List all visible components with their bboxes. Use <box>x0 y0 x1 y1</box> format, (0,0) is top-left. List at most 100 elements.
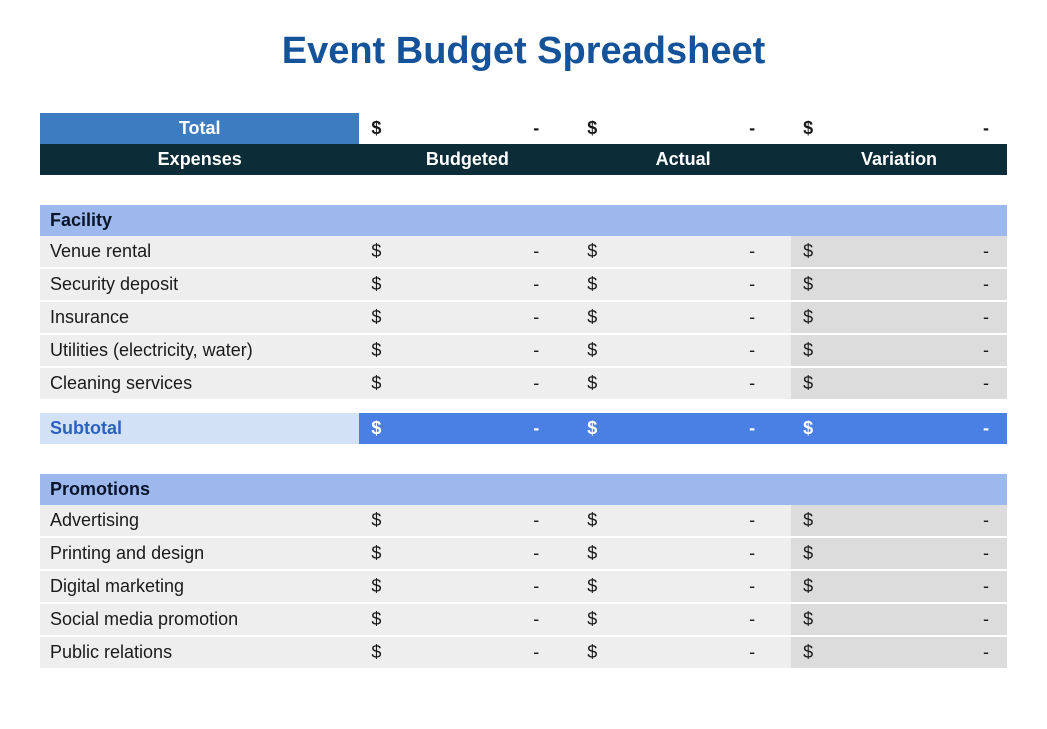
money-cell: $- <box>359 571 575 604</box>
table-row: Printing and design$-$-$- <box>40 538 1007 571</box>
item-label: Digital marketing <box>40 571 359 604</box>
amount: - <box>979 576 989 597</box>
money-cell: $- <box>791 335 1007 368</box>
amount: - <box>529 543 539 564</box>
currency-symbol: $ <box>587 307 597 328</box>
amount: - <box>745 418 755 439</box>
money-cell: $- <box>575 505 791 538</box>
money-cell: $- <box>359 505 575 538</box>
budget-table: Total$-$-$-ExpensesBudgetedActualVariati… <box>40 113 1007 670</box>
currency-symbol: $ <box>371 340 381 361</box>
section-header: Promotions <box>40 474 1007 505</box>
total-label: Total <box>40 113 359 144</box>
amount: - <box>979 274 989 295</box>
money-cell: $- <box>791 302 1007 335</box>
money-cell: $- <box>575 113 791 144</box>
money-cell: $- <box>575 538 791 571</box>
money-cell: $- <box>791 236 1007 269</box>
currency-symbol: $ <box>587 543 597 564</box>
currency-symbol: $ <box>371 118 381 139</box>
money-cell: $- <box>359 368 575 401</box>
money-cell: $- <box>575 604 791 637</box>
amount: - <box>979 373 989 394</box>
amount: - <box>745 241 755 262</box>
amount: - <box>529 307 539 328</box>
money-cell: $- <box>575 269 791 302</box>
money-cell: $- <box>359 335 575 368</box>
header-budgeted: Budgeted <box>359 144 575 175</box>
currency-symbol: $ <box>803 274 813 295</box>
amount: - <box>529 609 539 630</box>
amount: - <box>979 543 989 564</box>
currency-symbol: $ <box>371 307 381 328</box>
currency-symbol: $ <box>371 642 381 663</box>
money-cell: $- <box>359 269 575 302</box>
table-row: Advertising$-$-$- <box>40 505 1007 538</box>
money-cell: $- <box>791 505 1007 538</box>
money-cell: $- <box>791 538 1007 571</box>
table-row: Insurance$-$-$- <box>40 302 1007 335</box>
amount: - <box>979 340 989 361</box>
amount: - <box>529 118 539 139</box>
amount: - <box>745 609 755 630</box>
amount: - <box>529 274 539 295</box>
amount: - <box>979 118 989 139</box>
spacer <box>40 444 1007 474</box>
amount: - <box>529 576 539 597</box>
currency-symbol: $ <box>371 576 381 597</box>
money-cell: $- <box>791 637 1007 670</box>
table-row: Security deposit$-$-$- <box>40 269 1007 302</box>
item-label: Advertising <box>40 505 359 538</box>
header-expenses: Expenses <box>40 144 359 175</box>
money-cell: $- <box>575 571 791 604</box>
money-cell: $- <box>791 269 1007 302</box>
currency-symbol: $ <box>803 609 813 630</box>
table-row: Cleaning services$-$-$- <box>40 368 1007 401</box>
table-row: Venue rental$-$-$- <box>40 236 1007 269</box>
currency-symbol: $ <box>371 418 381 439</box>
currency-symbol: $ <box>587 609 597 630</box>
currency-symbol: $ <box>803 307 813 328</box>
amount: - <box>529 241 539 262</box>
header-row: ExpensesBudgetedActualVariation <box>40 144 1007 175</box>
subtotal-label: Subtotal <box>40 413 359 444</box>
table-row: Public relations$-$-$- <box>40 637 1007 670</box>
currency-symbol: $ <box>587 510 597 531</box>
item-label: Public relations <box>40 637 359 670</box>
money-cell: $- <box>359 302 575 335</box>
item-label: Utilities (electricity, water) <box>40 335 359 368</box>
currency-symbol: $ <box>587 373 597 394</box>
currency-symbol: $ <box>371 543 381 564</box>
currency-symbol: $ <box>371 510 381 531</box>
subtotal-row: Subtotal$-$-$- <box>40 413 1007 444</box>
item-label: Cleaning services <box>40 368 359 401</box>
amount: - <box>745 118 755 139</box>
money-cell: $- <box>575 637 791 670</box>
money-cell: $- <box>791 571 1007 604</box>
currency-symbol: $ <box>803 241 813 262</box>
currency-symbol: $ <box>803 543 813 564</box>
currency-symbol: $ <box>803 642 813 663</box>
currency-symbol: $ <box>587 576 597 597</box>
money-cell: $- <box>575 368 791 401</box>
money-cell: $- <box>575 413 791 444</box>
amount: - <box>979 307 989 328</box>
amount: - <box>979 241 989 262</box>
header-variation: Variation <box>791 144 1007 175</box>
spacer <box>40 175 1007 205</box>
currency-symbol: $ <box>371 609 381 630</box>
currency-symbol: $ <box>803 340 813 361</box>
money-cell: $- <box>575 236 791 269</box>
table-row: Utilities (electricity, water)$-$-$- <box>40 335 1007 368</box>
money-cell: $- <box>791 604 1007 637</box>
money-cell: $- <box>791 413 1007 444</box>
section-name: Promotions <box>40 474 1007 505</box>
table-row: Social media promotion$-$-$- <box>40 604 1007 637</box>
item-label: Security deposit <box>40 269 359 302</box>
header-actual: Actual <box>575 144 791 175</box>
item-label: Printing and design <box>40 538 359 571</box>
amount: - <box>979 609 989 630</box>
money-cell: $- <box>791 368 1007 401</box>
amount: - <box>529 340 539 361</box>
currency-symbol: $ <box>803 118 813 139</box>
